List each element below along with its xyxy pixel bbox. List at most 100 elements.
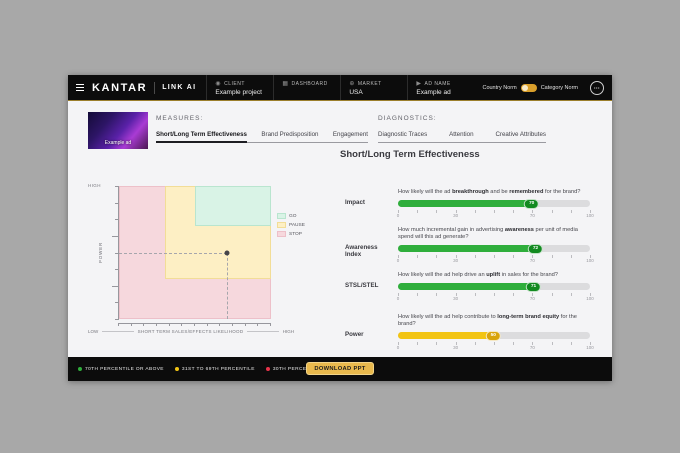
y-axis-tick	[112, 286, 119, 287]
metric-name: Impact	[345, 199, 395, 206]
y-axis-tick	[112, 236, 119, 237]
tab-attention[interactable]: Attention	[449, 131, 473, 142]
metric-question: How much incremental gain in advertising…	[398, 227, 590, 241]
gauge-fill	[398, 283, 534, 290]
desktop-background: KANTAR LINK AI ◉CLIENTExample project▦DA…	[0, 0, 680, 453]
legend-swatch	[277, 222, 286, 228]
metric-question: How likely will the ad breakthrough and …	[398, 189, 590, 196]
nav-value: USA	[349, 89, 397, 96]
x-axis-labels: LOW SHORT TERM SALES/EFFECTS LIKELIHOOD …	[88, 329, 294, 334]
legend-item-stop: STOP	[277, 231, 305, 237]
nav-market[interactable]: ⊕MARKET USA	[340, 75, 407, 100]
legend-item-go: GO	[277, 213, 305, 219]
gauge-fill	[398, 245, 536, 252]
hamburger-menu-icon[interactable]	[76, 84, 84, 91]
tab-diagnostic-traces[interactable]: Diagnostic Traces	[378, 131, 427, 142]
gauge-value-badge: 71	[526, 282, 541, 292]
region-go	[195, 186, 271, 226]
diagnostics-label: DIAGNOSTICS:	[378, 115, 546, 122]
nav-ad-name[interactable]: ▶AD NAMEExample ad	[407, 75, 474, 100]
page-title: Short/Long Term Effectiveness	[340, 149, 480, 160]
gauge-value-badge: 70	[524, 199, 539, 209]
percentile-dot	[78, 367, 82, 371]
measures-label: MEASURES:	[156, 115, 368, 122]
percentile-legend-item: 70TH PERCENTILE OR ABOVE	[78, 367, 164, 372]
x-axis-high-label: HIGH	[283, 329, 294, 334]
country-norm-label: Country Norm	[482, 85, 516, 91]
kantar-logo: KANTAR	[92, 82, 147, 94]
x-axis-tick	[181, 323, 182, 326]
metric-row-power: PowerHow likely will the ad help contrib…	[345, 314, 595, 351]
tab-creative-attributes[interactable]: Creative Attributes	[495, 131, 546, 142]
x-axis-tick	[207, 323, 208, 326]
users-icon: ◉	[215, 81, 221, 87]
tab-engagement[interactable]: Engagement	[333, 131, 368, 142]
percentile-label: 70TH PERCENTILE OR ABOVE	[85, 367, 164, 372]
nav-label: MARKET	[358, 81, 382, 87]
gauge-scale-labels: 03070100	[398, 213, 590, 219]
more-menu-button[interactable]: •••	[590, 81, 604, 95]
header-divider	[154, 82, 155, 94]
legend-label: GO	[289, 214, 296, 219]
diagnostics-tabs: Diagnostic Traces Attention Creative Attri…	[378, 131, 546, 143]
legend-swatch	[277, 213, 286, 219]
chart-legend: GO PAUSE STOP	[277, 213, 305, 240]
metric-gauge: 71	[398, 283, 590, 290]
percentile-dot	[175, 367, 179, 371]
nav-client[interactable]: ◉CLIENT Example project	[206, 75, 273, 100]
percentile-dot	[266, 367, 270, 371]
diagnostics-section: DIAGNOSTICS: Diagnostic Traces Attention C…	[378, 115, 546, 143]
legend-label: STOP	[289, 232, 302, 237]
gauge-value-badge: 72	[528, 244, 543, 254]
measures-section: MEASURES: Short/Long Term Effectiveness B…	[156, 115, 368, 143]
y-axis-title: POWER	[98, 242, 103, 263]
metric-gauge: 72	[398, 245, 590, 252]
download-ppt-button[interactable]: DOWNLOAD PPT	[306, 362, 374, 375]
legend-label: PAUSE	[289, 223, 305, 228]
metric-name: Power	[345, 331, 395, 338]
x-axis-tick	[156, 323, 157, 326]
globe-icon: ⊕	[349, 81, 355, 87]
tab-brand-predisposition[interactable]: Brand Predisposition	[261, 131, 318, 142]
crosshair-vertical	[227, 253, 228, 320]
nav-value: Example project	[215, 89, 263, 96]
x-axis-segment	[247, 331, 278, 332]
x-axis-segment	[102, 331, 133, 332]
y-axis-tick	[115, 203, 119, 204]
metric-gauge: 70	[398, 200, 590, 207]
x-axis-tick	[219, 323, 220, 326]
y-axis-tick	[115, 269, 119, 270]
y-axis-tick	[115, 302, 119, 303]
x-axis-tick	[257, 323, 258, 326]
ad-video-thumbnail[interactable]: Example ad	[88, 112, 148, 149]
metric-row-impact: ImpactHow likely will the ad breakthroug…	[345, 189, 595, 219]
x-axis-tick	[169, 323, 170, 326]
nav-label: DASHBOARD	[292, 81, 328, 87]
content-area: Example ad MEASURES: Short/Long Term Eff…	[68, 102, 612, 357]
metric-name: Awareness Index	[345, 244, 395, 258]
legend-swatch	[277, 231, 286, 237]
nav-dashboard[interactable]: ▦ DASHBOARD	[273, 75, 340, 100]
x-axis-tick	[232, 323, 233, 326]
norm-toggle-group: Country Norm Category Norm	[482, 84, 578, 92]
metric-name: STSL/STEL	[345, 282, 395, 289]
dashboard-icon: ▦	[282, 81, 288, 87]
x-axis-tick	[131, 323, 132, 326]
x-axis-tick	[194, 323, 195, 326]
data-point[interactable]	[224, 250, 229, 255]
percentile-legend-item: 31ST TO 69TH PERCENTILE	[175, 367, 255, 372]
metric-gauge: 50	[398, 332, 590, 339]
x-axis-ruler	[118, 323, 270, 324]
metric-row-awareness-index: Awareness IndexHow much incremental gain…	[345, 227, 595, 264]
norm-toggle[interactable]	[521, 84, 537, 92]
nav-label: AD NAME	[424, 81, 450, 87]
gauge-fill	[398, 332, 494, 339]
nav-label: CLIENT	[224, 81, 245, 87]
gauge-scale-labels: 03070100	[398, 258, 590, 264]
y-axis-tick	[115, 186, 119, 187]
gauge-scale-labels: 03070100	[398, 296, 590, 302]
metric-question: How likely will the ad help drive an upl…	[398, 272, 590, 279]
nav-value	[282, 89, 330, 96]
app-window: KANTAR LINK AI ◉CLIENTExample project▦DA…	[68, 75, 612, 381]
tab-short-long-term-effectiveness[interactable]: Short/Long Term Effectiveness	[156, 131, 247, 142]
